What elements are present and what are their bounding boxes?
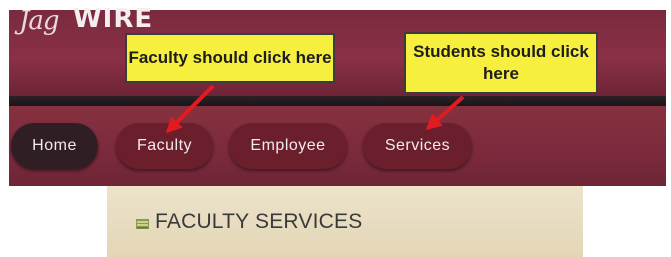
nav-employee-button[interactable]: Employee	[229, 123, 347, 169]
main-nav: Home Faculty Employee Services	[9, 106, 666, 186]
nav-faculty-button[interactable]: Faculty	[116, 123, 213, 169]
faculty-callout: Faculty should click here	[125, 33, 335, 83]
logo-wordmark: WIRE	[73, 4, 154, 34]
logo-script-text: Jag	[19, 6, 60, 36]
faculty-services-section: FACULTY SERVICES	[107, 186, 583, 257]
nav-home-button[interactable]: Home	[11, 123, 98, 169]
section-title: FACULTY SERVICES	[155, 210, 363, 233]
header-divider	[9, 96, 666, 106]
students-callout: Students should click here	[404, 32, 598, 94]
nav-services-button[interactable]: Services	[363, 123, 472, 169]
folder-icon	[136, 219, 149, 229]
